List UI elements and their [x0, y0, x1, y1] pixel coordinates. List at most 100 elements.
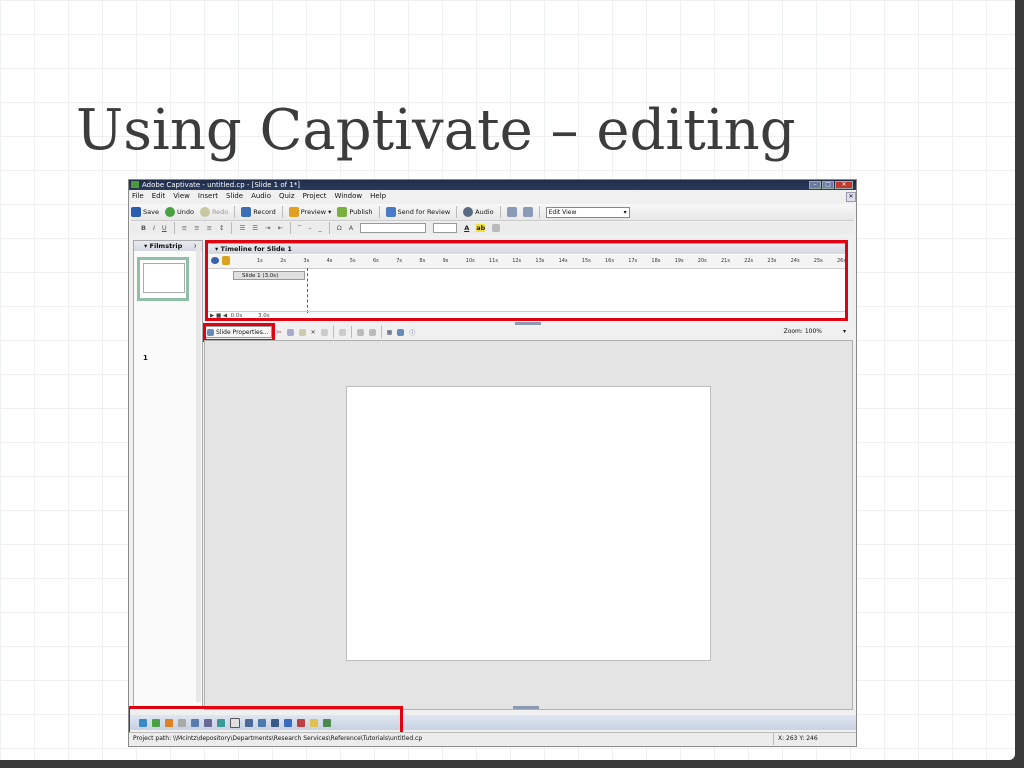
- toolbar-divider: [231, 222, 233, 234]
- forward-arrow-icon[interactable]: [522, 207, 533, 217]
- slide-thumbnail-number: 1: [143, 354, 148, 362]
- menu-help[interactable]: Help: [370, 191, 386, 202]
- stage-splitter[interactable]: [513, 706, 539, 709]
- menu-audio[interactable]: Audio: [251, 191, 271, 202]
- menu-file[interactable]: File: [132, 191, 144, 202]
- bold-icon[interactable]: B: [141, 224, 146, 232]
- toolbar-divider: [173, 222, 175, 234]
- toolbar-divider: [328, 222, 330, 234]
- toolbar-divider: [538, 206, 540, 218]
- font-size-input[interactable]: [433, 223, 458, 233]
- chevron-down-icon: ▾: [328, 208, 332, 216]
- menu-bar: File Edit View Insert Slide Audio Quiz P…: [129, 191, 856, 202]
- valign-bottom-icon[interactable]: _: [319, 224, 322, 232]
- text-effect-icon[interactable]: A: [349, 224, 353, 232]
- select-all-icon[interactable]: [338, 328, 346, 336]
- filmstrip-header: ▾ Filmstrip×: [134, 241, 202, 251]
- toolbar-divider: [350, 326, 352, 338]
- menu-view[interactable]: View: [173, 191, 190, 202]
- preview-icon: [288, 207, 299, 217]
- cursor-coordinates: X: 263 Y: 246: [773, 733, 856, 745]
- audio-button[interactable]: Audio: [463, 207, 494, 217]
- align-center-icon[interactable]: ≡: [194, 224, 199, 232]
- align-right-icon[interactable]: ≡: [207, 224, 212, 232]
- grid-icon[interactable]: ▦: [387, 329, 393, 336]
- project-path: Project path: \\Mcintz\depository\Depart…: [133, 735, 423, 742]
- menu-window[interactable]: Window: [335, 191, 363, 202]
- valign-middle-icon[interactable]: –: [308, 224, 311, 232]
- menu-project[interactable]: Project: [303, 191, 327, 202]
- send-backward-icon[interactable]: [368, 328, 376, 336]
- toolbar-divider: [456, 206, 458, 218]
- close-document-icon[interactable]: ✕: [846, 192, 856, 202]
- timeline-highlight-box: [205, 240, 848, 321]
- chevron-down-icon[interactable]: ▾: [843, 328, 846, 335]
- slide-stage: [204, 340, 853, 710]
- close-window-button[interactable]: ✕: [835, 181, 853, 189]
- snap-icon[interactable]: [397, 328, 405, 336]
- redo-icon: [199, 207, 210, 217]
- toolbar-divider: [380, 326, 382, 338]
- duplicate-icon[interactable]: [320, 328, 328, 336]
- copy-icon[interactable]: [286, 328, 294, 336]
- font-color-icon[interactable]: A: [464, 224, 469, 232]
- align-left-icon[interactable]: ≡: [182, 224, 187, 232]
- window-title-bar: Adobe Captivate - untitled.cp - [Slide 1…: [129, 180, 856, 190]
- delete-icon[interactable]: ✕: [311, 329, 316, 336]
- slide-canvas[interactable]: [346, 386, 711, 661]
- undo-icon: [164, 207, 175, 217]
- send-for-review-button[interactable]: Send for Review: [385, 207, 450, 217]
- audio-icon: [463, 207, 474, 217]
- numbered-list-icon[interactable]: ☰: [252, 224, 258, 232]
- record-button[interactable]: Record: [241, 207, 276, 217]
- menu-edit[interactable]: Edit: [152, 191, 166, 202]
- captivate-app-icon: [131, 181, 139, 188]
- filmstrip-panel: ▾ Filmstrip× 1: [133, 240, 203, 708]
- underline-icon[interactable]: U: [162, 224, 167, 232]
- valign-top-icon[interactable]: ‾: [298, 224, 301, 232]
- window-controls: – □ ✕: [809, 181, 853, 189]
- paste-icon[interactable]: [298, 328, 306, 336]
- presentation-slide: Using Captivate – editing Adobe Captivat…: [0, 0, 1015, 760]
- minimize-button[interactable]: –: [809, 181, 821, 189]
- slide-thumbnail[interactable]: [137, 257, 189, 301]
- menu-quiz[interactable]: Quiz: [279, 191, 295, 202]
- filmstrip-scrollbar[interactable]: [196, 244, 201, 702]
- back-arrow-icon[interactable]: [506, 207, 517, 217]
- bullet-list-icon[interactable]: ☰: [239, 224, 245, 232]
- toolbar-divider: [499, 206, 501, 218]
- record-icon: [241, 207, 252, 217]
- format-extra-icon[interactable]: [492, 224, 501, 232]
- font-family-input[interactable]: [360, 223, 427, 233]
- toolbar-divider: [378, 206, 380, 218]
- stage-toolbar: Slide Properties... ✂ ✕ ▦ ⓘ Zoom: 100% ▾: [204, 326, 852, 338]
- outdent-icon[interactable]: ⇤: [278, 224, 283, 232]
- toolbar-divider: [332, 326, 334, 338]
- save-button[interactable]: Save: [131, 207, 159, 217]
- maximize-button[interactable]: □: [822, 181, 834, 189]
- menu-insert[interactable]: Insert: [198, 191, 218, 202]
- italic-icon[interactable]: I: [153, 224, 155, 232]
- highlight-color-icon[interactable]: ab: [476, 224, 486, 232]
- info-icon[interactable]: ⓘ: [409, 328, 415, 337]
- main-toolbar: Save Undo Redo Record Preview ▾ Publish S…: [131, 204, 854, 221]
- review-icon: [385, 207, 396, 217]
- redo-button[interactable]: Redo: [199, 207, 228, 217]
- symbol-icon[interactable]: Ω: [337, 224, 342, 232]
- bring-forward-icon[interactable]: [356, 328, 364, 336]
- preview-button[interactable]: Preview ▾: [288, 207, 332, 217]
- undo-button[interactable]: Undo: [164, 207, 194, 217]
- line-spacing-icon[interactable]: ↕: [219, 224, 224, 232]
- zoom-select[interactable]: Zoom: 100%: [784, 328, 822, 335]
- timeline-splitter[interactable]: [515, 322, 541, 325]
- menu-slide[interactable]: Slide: [226, 191, 243, 202]
- captivate-window: Adobe Captivate - untitled.cp - [Slide 1…: [128, 179, 857, 747]
- floppy-icon: [131, 207, 141, 217]
- publish-button[interactable]: Publish: [337, 207, 373, 217]
- publish-icon: [337, 207, 348, 217]
- cut-icon[interactable]: ✂: [277, 329, 282, 336]
- view-select[interactable]: Edit View: [545, 206, 630, 218]
- slide-thumbnail-preview: [143, 263, 185, 293]
- slide-title: Using Captivate – editing: [76, 98, 796, 163]
- indent-icon[interactable]: ⇥: [265, 224, 270, 232]
